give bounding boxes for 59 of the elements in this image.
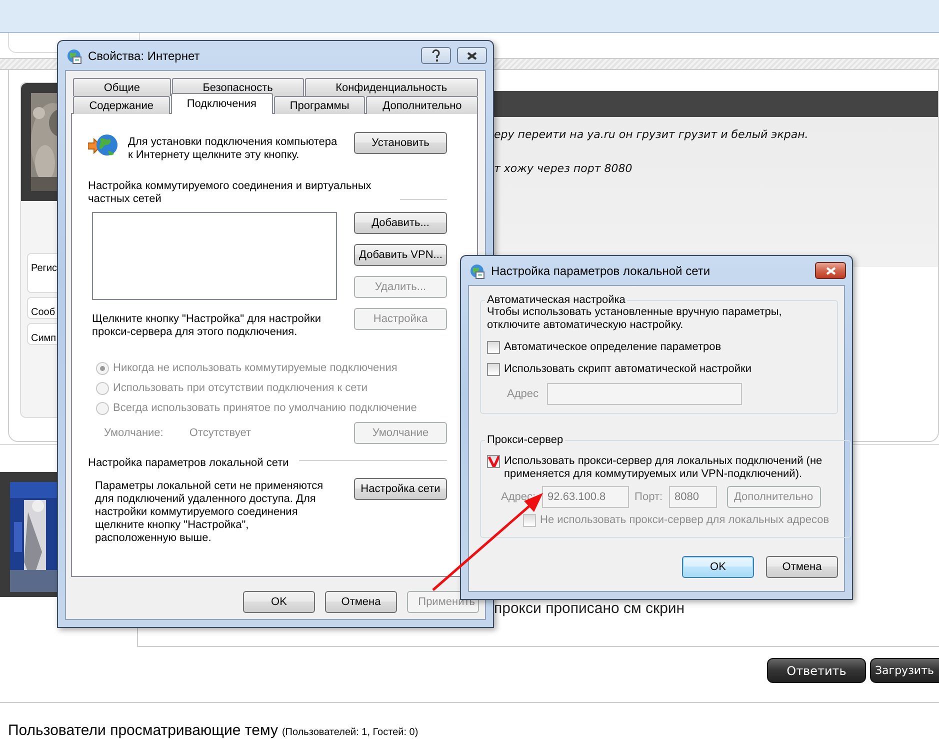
close-icon (824, 266, 836, 276)
section-title: Пользователи просматривающие тему (8, 722, 278, 739)
checkbox-label: Использовать прокси-сервер для локальных подключений (не применяется для коммутируемых или VPN-подключений). (504, 455, 824, 481)
group-title: Прокси-сервер (486, 434, 564, 446)
upload-button[interactable]: Загрузить (870, 658, 939, 683)
profile-field: Сооб (31, 307, 56, 318)
radio-label: Никогда не использовать коммутируемые подключения (113, 362, 398, 374)
ok-button[interactable]: OK (243, 591, 315, 613)
field-value: Отсутствует (189, 427, 252, 439)
lan-settings-button[interactable]: Настройка сети (354, 478, 447, 500)
globe-icon (66, 48, 82, 64)
tab[interactable]: Содержание (73, 96, 170, 114)
setup-description: Для установки подключения компьютера к Интернету щелкните эту кнопку. (128, 135, 338, 162)
field-label: Адрес: (501, 491, 536, 503)
field-label: Умолчание: (104, 427, 164, 439)
tab[interactable]: Общие (73, 78, 171, 96)
section-heading: Настройка параметров локальной сети (88, 457, 289, 469)
post-text: еру переити на ya.ru он грузит грузит и белый экран. (494, 128, 808, 142)
close-icon (466, 50, 478, 60)
add-button[interactable]: Добавить... (354, 212, 447, 234)
tab[interactable]: Конфиденциальность (304, 78, 478, 96)
close-button[interactable] (457, 47, 487, 64)
tab[interactable]: Программы (274, 96, 366, 114)
checkbox[interactable] (487, 363, 500, 376)
tab[interactable]: Дополнительно (366, 96, 478, 114)
proxy-hint: Щелкните кнопку "Настройка" для настройки прокси-сервера для этого подключения. (92, 312, 322, 339)
help-button[interactable] (421, 47, 451, 64)
cancel-button[interactable]: Отмена (325, 591, 397, 613)
profile-field: Симп (31, 333, 56, 344)
close-button[interactable] (815, 262, 846, 279)
checkbox[interactable] (487, 341, 500, 354)
help-icon (430, 49, 442, 62)
window-title: Настройка параметров локальной сети (491, 264, 712, 278)
profile-field: Регис (31, 263, 58, 274)
cancel-button[interactable]: Отмена (766, 556, 838, 578)
network-globe-icon (88, 132, 118, 158)
field-label: Адрес (507, 388, 538, 400)
setup-button[interactable]: Установить (354, 132, 447, 154)
post-text: прокси прописано см скрин (494, 600, 685, 617)
radio-label: Использовать при отсутствии подключения к сети (113, 382, 368, 394)
connections-list[interactable] (92, 212, 337, 300)
field-label: Порт: (634, 491, 663, 503)
group-description: Чтобы использовать установленные вручную параметры, отключите автоматическую настройку. (487, 306, 783, 332)
group-title: Автоматическая настройка (486, 294, 626, 306)
post-text: т хожу через порт 8080 (494, 162, 632, 176)
add-vpn-button[interactable]: Добавить VPN... (354, 244, 447, 266)
checkbox-label: Не использовать прокси-сервер для локальных адресов (540, 514, 830, 527)
ok-button[interactable]: OK (682, 556, 754, 578)
checkbox-label: Использовать скрипт автоматической настройки (504, 363, 752, 376)
reply-button[interactable]: Ответить (767, 658, 866, 683)
checkbox-label: Автоматическое определение параметров (504, 341, 722, 354)
viewer-count: (Пользователей: 1, Гостей: 0) (282, 727, 418, 738)
checkbox[interactable] (487, 455, 500, 468)
globe-icon (469, 262, 485, 278)
section-heading: Настройка коммутируемого соединения и виртуальных частных сетей (88, 180, 372, 206)
radio-label: Всегда использовать принятое по умолчанию подключение (113, 402, 417, 414)
tab[interactable]: Подключения (170, 93, 273, 114)
window-title: Свойства: Интернет (88, 48, 201, 62)
lan-description: Параметры локальной сети не применяются для подключений удаленного доступа. Для настройки коммутируемого соединения щелкните кнопку "Настройка", расположенную выше. (95, 479, 324, 545)
